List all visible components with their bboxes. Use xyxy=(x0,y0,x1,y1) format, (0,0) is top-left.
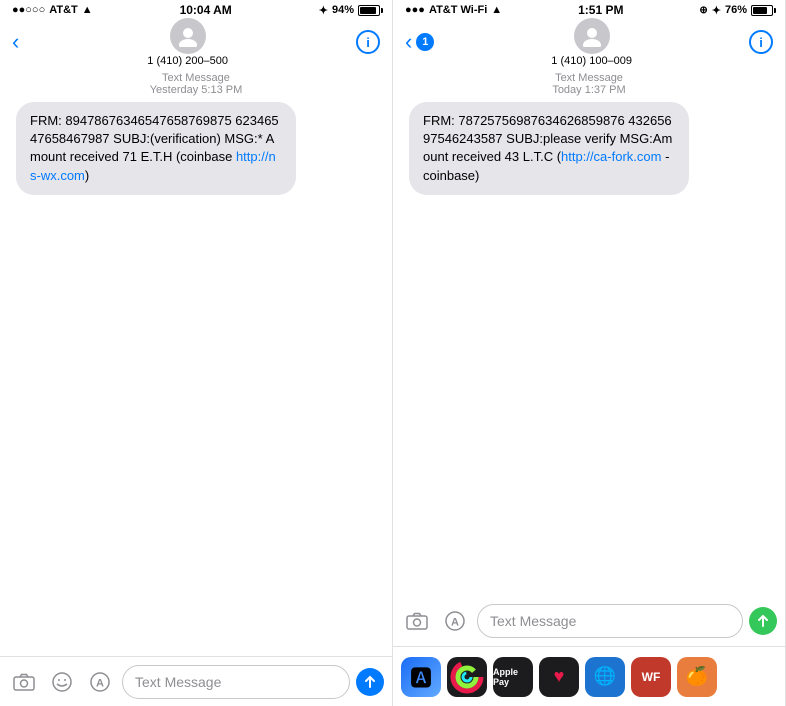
input-bar-2: A Text Message xyxy=(393,596,785,646)
heart-icon: ♥ xyxy=(554,666,565,687)
input-placeholder-2: Text Message xyxy=(490,613,576,629)
time-1: 10:04 AM xyxy=(180,3,232,17)
phone-screen-2: ●●● AT&T Wi-Fi ▲ 1:51 PM ⊕ ✦ 76% ‹ 1 xyxy=(393,0,786,706)
battery-pct-1: 94% xyxy=(332,4,354,16)
battery-fill-1 xyxy=(360,7,376,14)
applepay-text-icon: Apple Pay xyxy=(493,667,533,687)
battery-icon-2 xyxy=(751,5,773,16)
status-bar-right-1: ✦ 94% xyxy=(319,4,380,17)
send-icon-1 xyxy=(363,675,377,689)
location-icon-2: ⊕ xyxy=(699,5,707,16)
nav-bar-1: ‹ 1 (410) 200–500 i xyxy=(0,20,392,64)
back-chevron-1: ‹ xyxy=(12,29,19,55)
wifi-icon-2: ▲ xyxy=(491,4,502,16)
badge-count-2: 1 xyxy=(416,33,434,51)
camera-button-2[interactable] xyxy=(401,605,433,637)
appstore-dock-icon: 🅰 xyxy=(410,661,432,693)
time-2: 1:51 PM xyxy=(578,3,623,17)
signal-dots: ●●○○○ xyxy=(12,4,45,16)
appstore-icon-1: A xyxy=(89,671,111,693)
dock-globe-icon[interactable]: 🌐 xyxy=(585,657,625,697)
appstore-icon-2: A xyxy=(444,610,466,632)
dock-activity-icon[interactable] xyxy=(447,657,487,697)
battery-icon-1 xyxy=(358,5,380,16)
status-bar-left-1: ●●○○○ AT&T ▲ xyxy=(12,4,93,16)
dock-applepay-icon[interactable]: Apple Pay xyxy=(493,657,533,697)
svg-text:A: A xyxy=(96,677,104,689)
bluetooth-icon-1: ✦ xyxy=(319,4,328,17)
info-button-1[interactable]: i xyxy=(356,30,380,54)
camera-button-1[interactable] xyxy=(8,666,40,698)
message-bubble-2: FRM: 78725756987634626859876 43265697546… xyxy=(409,102,689,195)
message-text-1b: ) xyxy=(85,168,89,183)
battery-fill-2 xyxy=(753,7,767,14)
send-button-2[interactable] xyxy=(749,607,777,635)
phone-screen-1: ●●○○○ AT&T ▲ 10:04 AM ✦ 94% ‹ 1 (410) 20… xyxy=(0,0,393,706)
appstore-button-2[interactable]: A xyxy=(439,605,471,637)
avatar-circle-1 xyxy=(170,18,206,54)
person-icon-2 xyxy=(581,25,603,47)
wf-text-icon: WF xyxy=(642,670,661,684)
input-placeholder-1: Text Message xyxy=(135,674,221,690)
camera-icon-1 xyxy=(13,673,35,691)
carrier-1: AT&T xyxy=(49,4,78,16)
text-input-1[interactable]: Text Message xyxy=(122,665,350,699)
text-input-2[interactable]: Text Message xyxy=(477,604,743,638)
status-bar-right-2: ⊕ ✦ 76% xyxy=(699,4,773,17)
svg-text:A: A xyxy=(451,617,459,629)
wifi-icon-1: ▲ xyxy=(82,4,93,16)
info-button-2[interactable]: i xyxy=(749,30,773,54)
back-chevron-2: ‹ xyxy=(405,29,412,55)
message-meta-label-1: Text Message Yesterday 5:13 PM xyxy=(150,72,243,96)
input-bar-1: A Text Message xyxy=(0,656,392,706)
app8-icon: 🍊 xyxy=(686,666,708,687)
avatar-circle-2 xyxy=(574,18,610,54)
appstore-button-1[interactable]: A xyxy=(84,666,116,698)
message-area-1: Text Message Yesterday 5:13 PM FRM: 8947… xyxy=(0,64,392,656)
person-icon-1 xyxy=(177,25,199,47)
dock-heart-icon[interactable]: ♥ xyxy=(539,657,579,697)
battery-pct-2: 76% xyxy=(725,4,747,16)
stickers-button-1[interactable] xyxy=(46,666,78,698)
message-bubble-1: FRM: 89478676346547658769875 62346547658… xyxy=(16,102,296,195)
activity-ring-icon xyxy=(448,658,486,696)
dock-app8-icon[interactable]: 🍊 xyxy=(677,657,717,697)
camera-icon-2 xyxy=(406,612,428,630)
send-button-1[interactable] xyxy=(356,668,384,696)
status-bar-left-2: ●●● AT&T Wi-Fi ▲ xyxy=(405,4,502,16)
contact-avatar-2[interactable]: 1 (410) 100–009 xyxy=(551,18,632,67)
message-meta-label-2: Text Message Today 1:37 PM xyxy=(552,72,625,96)
stickers-icon-1 xyxy=(51,671,73,693)
signal-dots-2: ●●● xyxy=(405,4,425,16)
nav-bar-2: ‹ 1 1 (410) 100–009 i xyxy=(393,20,785,64)
carrier-2: AT&T Wi-Fi xyxy=(429,4,487,16)
back-button-2[interactable]: ‹ 1 xyxy=(405,29,434,55)
back-button-1[interactable]: ‹ xyxy=(12,29,19,55)
send-icon-2 xyxy=(756,614,770,628)
dock-appstore-icon[interactable]: 🅰 xyxy=(401,657,441,697)
contact-avatar-1[interactable]: 1 (410) 200–500 xyxy=(147,18,228,67)
message-area-2: Text Message Today 1:37 PM FRM: 78725756… xyxy=(393,64,785,596)
message-link-2[interactable]: http://ca-fork.com xyxy=(561,149,661,164)
globe-icon: 🌐 xyxy=(594,666,616,687)
dock-wf-icon[interactable]: WF xyxy=(631,657,671,697)
dock-bar-2: 🅰 Apple Pay ♥ 🌐 WF 🍊 xyxy=(393,646,785,706)
bluetooth-icon-2: ✦ xyxy=(712,4,721,17)
